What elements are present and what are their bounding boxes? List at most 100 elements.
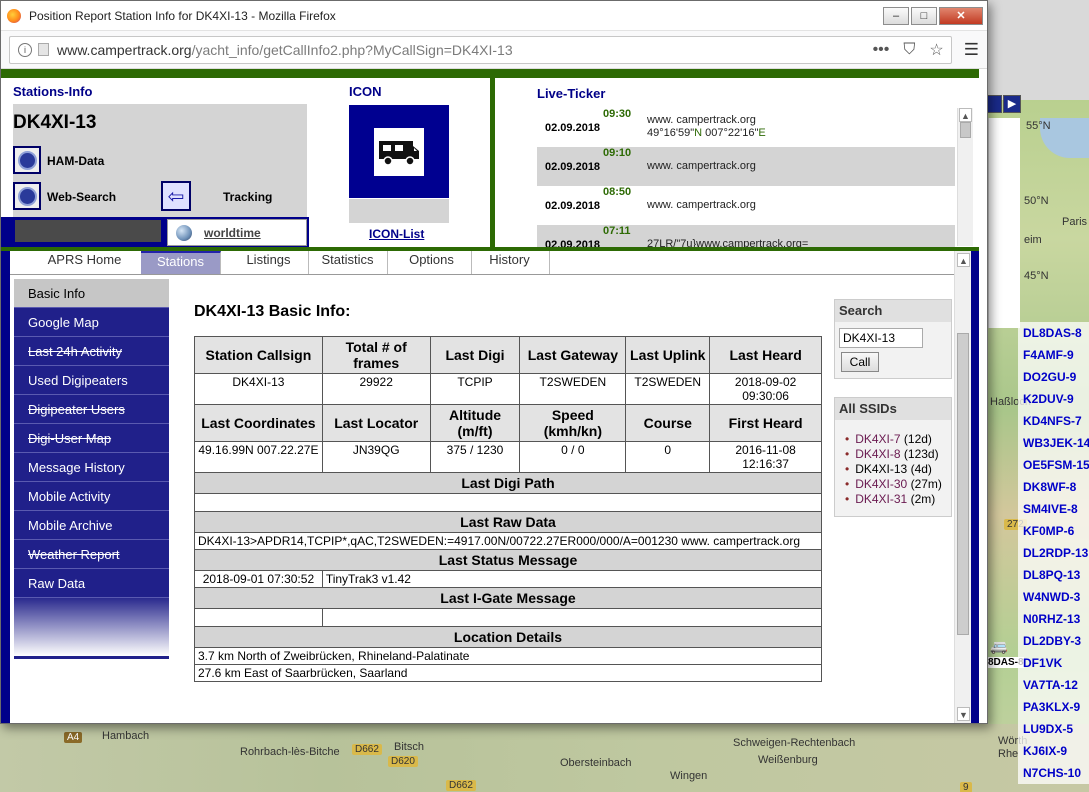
tracking-button[interactable]: ⇦ — [161, 181, 191, 211]
main-scroll-thumb[interactable] — [957, 333, 969, 635]
live-ticker-frame: Live-Ticker 09:30 02.09.2018 www. camper… — [495, 78, 973, 264]
background-callsign-item[interactable]: DO2GU-9 — [1018, 366, 1089, 388]
scroll-up-icon[interactable]: ▲ — [959, 108, 972, 122]
background-callsign-item[interactable]: N7CHS-10 — [1018, 762, 1089, 784]
url-text[interactable]: www.campertrack.org/yacht_info/getCallIn… — [57, 42, 513, 58]
ticker-text: www. campertrack.org — [647, 199, 756, 211]
sidebar-item-mobile-archive[interactable]: Mobile Archive — [14, 511, 169, 540]
bg-next-arrow-icon[interactable]: ▶ — [1003, 95, 1021, 113]
page-actions-icon[interactable]: ••• — [873, 41, 890, 59]
background-callsign-item[interactable]: OE5FSM-15 — [1018, 454, 1089, 476]
worldtime-link[interactable]: worldtime — [204, 226, 261, 240]
th-last-status-message: Last Status Message — [194, 549, 822, 571]
sidebar-item-last-24h-activity[interactable]: Last 24h Activity — [14, 337, 169, 366]
background-callsign-item[interactable]: DL2DBY-3 — [1018, 630, 1089, 652]
ticker-lat: 49°16'59" — [647, 127, 695, 139]
sidebar-item-message-history[interactable]: Message History — [14, 453, 169, 482]
background-callsign-item[interactable]: KF0MP-6 — [1018, 520, 1089, 542]
tab-listings[interactable]: Listings — [229, 251, 309, 274]
ssid-link[interactable]: DK4XI-31 — [855, 492, 907, 506]
search-input[interactable] — [839, 328, 923, 348]
section-header-row: Last Raw Data — [194, 511, 822, 533]
ham-data-label[interactable]: HAM-Data — [47, 154, 104, 168]
table-row — [194, 493, 822, 512]
site-info-icon[interactable]: i — [18, 42, 32, 57]
call-button[interactable]: Call — [841, 352, 879, 372]
ticker-text: www. campertrack.org — [647, 160, 756, 172]
web-search-icon — [17, 186, 37, 206]
minimize-button[interactable]: – — [883, 6, 909, 25]
sidebar-item-google-map[interactable]: Google Map — [14, 308, 169, 337]
td-last-coordinates: 49.16.99N 007.22.27E — [194, 441, 323, 473]
sidebar-item-used-digipeaters[interactable]: Used Digipeaters — [14, 366, 169, 395]
live-ticker-list: 09:30 02.09.2018 www. campertrack.org 49°… — [537, 108, 955, 264]
ticker-scroll-thumb[interactable] — [960, 122, 971, 138]
tab-stations[interactable]: Stations — [141, 251, 221, 274]
maximize-button[interactable]: □ — [911, 6, 937, 25]
background-callsign-item[interactable]: KD4NFS-7 — [1018, 410, 1089, 432]
background-callsign-item[interactable]: PA3KLX-9 — [1018, 696, 1089, 718]
background-callsign-item[interactable]: W4NWD-3 — [1018, 586, 1089, 608]
scroll-down-icon[interactable]: ▼ — [957, 707, 970, 721]
scroll-up-icon[interactable]: ▲ — [957, 253, 970, 267]
ticker-row[interactable]: 08:50 02.09.2018 www. campertrack.org — [537, 186, 955, 225]
th-last-locator: Last Locator — [321, 404, 431, 442]
url-bar[interactable]: i www.campertrack.org/yacht_info/getCall… — [9, 35, 952, 64]
table-header-row: Last Coordinates Last Locator Altitude (… — [194, 404, 822, 442]
ticker-date: 02.09.2018 — [545, 122, 601, 134]
background-callsign-item[interactable]: WB3JEK-14 — [1018, 432, 1089, 454]
close-button[interactable]: ✕ — [939, 6, 983, 25]
background-callsign-item[interactable]: F4AMF-9 — [1018, 344, 1089, 366]
td-last-uplink: T2SWEDEN — [625, 373, 711, 405]
ticker-scrollbar[interactable]: ▲ — [957, 108, 973, 246]
background-callsign-item[interactable]: N0RHZ-13 — [1018, 608, 1089, 630]
map-label-lat50: 50°N — [1024, 195, 1049, 207]
ticker-row[interactable]: 09:10 02.09.2018 www. campertrack.org — [537, 147, 955, 186]
background-callsign-item[interactable]: DF1VK — [1018, 652, 1089, 674]
td-last-raw-data: DK4XI-13>APDR14,TCPIP*,qAC,T2SWEDEN:=491… — [194, 532, 822, 550]
ticker-text: www. campertrack.org 49°16'59"N 007°22'16… — [647, 114, 766, 140]
sidebar-fade — [14, 598, 169, 656]
sidebar-item-digi-user-map[interactable]: Digi-User Map — [14, 424, 169, 453]
main-scrollbar[interactable]: ▲ ▼ — [954, 251, 971, 723]
ssid-link[interactable]: DK4XI-8 — [855, 447, 900, 461]
title-bar[interactable]: Position Report Station Info for DK4XI-1… — [1, 1, 987, 31]
background-callsign-item[interactable]: LU9DX-5 — [1018, 718, 1089, 740]
background-callsign-item[interactable]: DL2RDP-13 — [1018, 542, 1089, 564]
window-title: Position Report Station Info for DK4XI-1… — [29, 8, 336, 23]
sidebar-item-mobile-activity[interactable]: Mobile Activity — [14, 482, 169, 511]
basic-info-table: Station Callsign Total # of frames Last … — [194, 336, 823, 682]
sidebar-item-weather-report[interactable]: Weather Report — [14, 540, 169, 569]
sidebar-item-digipeater-users[interactable]: Digipeater Users — [14, 395, 169, 424]
worldtime-link-box[interactable]: worldtime — [167, 219, 307, 246]
tracking-label[interactable]: Tracking — [223, 190, 272, 204]
background-callsign-item[interactable]: SM4IVE-8 — [1018, 498, 1089, 520]
ssid-link[interactable]: DK4XI-30 — [855, 477, 907, 491]
background-callsign-item[interactable]: DK8WF-8 — [1018, 476, 1089, 498]
tab-aprs-home[interactable]: APRS Home — [20, 251, 150, 274]
web-search-button[interactable] — [13, 182, 41, 210]
sidebar-item-basic-info[interactable]: Basic Info — [14, 279, 169, 308]
page-title: DK4XI-13 Basic Info: — [194, 303, 351, 320]
ham-data-button[interactable] — [13, 146, 41, 174]
tab-options[interactable]: Options — [392, 251, 472, 274]
hamburger-menu-icon[interactable]: ☰ — [964, 40, 979, 60]
background-map-bottom[interactable] — [0, 724, 1089, 792]
tab-statistics[interactable]: Statistics — [308, 251, 388, 274]
background-callsign-item[interactable]: VA7TA-12 — [1018, 674, 1089, 696]
tab-history[interactable]: History — [470, 251, 550, 274]
bookmark-star-icon[interactable]: ☆ — [929, 40, 943, 60]
background-callsign-item[interactable]: DL8PQ-13 — [1018, 564, 1089, 586]
ticker-row[interactable]: 09:30 02.09.2018 www. campertrack.org 49°… — [537, 108, 955, 147]
ssid-age: (27m) — [910, 477, 942, 491]
sidebar-item-raw-data[interactable]: Raw Data — [14, 569, 169, 598]
background-callsign-item[interactable]: DL8DAS-8 — [1018, 322, 1089, 344]
ssid-age: (2m) — [910, 492, 936, 506]
icon-list-link[interactable]: ICON-List — [369, 227, 424, 241]
background-callsign-item[interactable]: K2DUV-9 — [1018, 388, 1089, 410]
background-callsign-item[interactable]: KJ6IX-9 — [1018, 740, 1089, 762]
ssid-link[interactable]: DK4XI-7 — [855, 432, 900, 446]
web-search-label[interactable]: Web-Search — [47, 190, 116, 204]
pocket-icon[interactable]: ⛉ — [903, 41, 915, 59]
map-camper-icon[interactable]: 🚐 — [990, 638, 1007, 655]
